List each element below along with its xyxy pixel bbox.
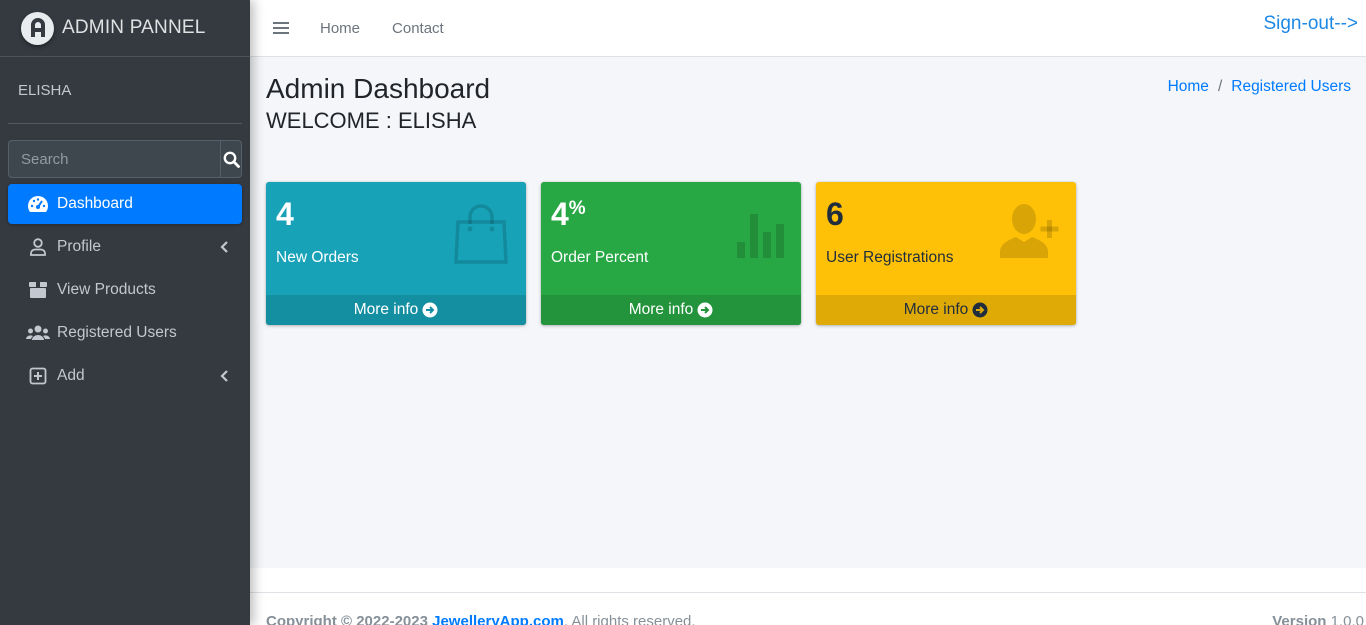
- box-icon: [26, 280, 50, 300]
- main-footer: Copyright © 2022-2023 JewelleryApp.com. …: [250, 592, 1366, 625]
- sidebar: ADMIN PANNEL ELISHA Dashboard: [0, 0, 250, 625]
- user-panel[interactable]: ELISHA: [8, 57, 242, 124]
- box-label: New Orders: [276, 249, 359, 266]
- users-icon: [26, 323, 50, 343]
- shopping-bag-icon: [450, 202, 512, 269]
- small-box-order-percent: 4% Order Percent More info: [541, 182, 801, 325]
- sidebar-item-registered-users[interactable]: Registered Users: [8, 313, 242, 353]
- sidebar-item-label: Profile: [57, 238, 101, 255]
- box-label: User Registrations: [826, 249, 954, 266]
- sidebar-item-label: Dashboard: [57, 195, 133, 212]
- box-value: 4%: [551, 196, 586, 232]
- content-wrapper: Admin Dashboard WELCOME : ELISHA Home / …: [250, 57, 1366, 568]
- nav-link-home[interactable]: Home: [320, 20, 360, 37]
- chevron-left-icon: [220, 369, 228, 387]
- small-box-user-registrations: 6 User Registrations More info: [816, 182, 1076, 325]
- search-icon: [223, 151, 240, 168]
- more-info-link[interactable]: More info: [266, 295, 526, 325]
- sidebar-item-label: View Products: [57, 281, 156, 298]
- user-icon: [26, 237, 50, 257]
- user-plus-icon: [998, 202, 1062, 265]
- sidebar-item-dashboard[interactable]: Dashboard: [8, 184, 242, 224]
- chevron-left-icon: [220, 240, 228, 258]
- box-value: 6: [826, 196, 844, 232]
- arrow-circle-right-icon: [697, 302, 713, 318]
- tachometer-icon: [26, 194, 50, 214]
- nav-link-contact[interactable]: Contact: [392, 20, 444, 37]
- sidebar-nav: Dashboard Profile View Products Register…: [8, 184, 242, 396]
- arrow-circle-right-icon: [422, 302, 438, 318]
- bar-chart-icon: [737, 202, 787, 265]
- more-info-link[interactable]: More info: [816, 295, 1076, 325]
- more-info-link[interactable]: More info: [541, 295, 801, 325]
- welcome-text: WELCOME : ELISHA: [266, 108, 477, 133]
- sidebar-item-profile[interactable]: Profile: [8, 227, 242, 267]
- copyright-text: Copyright © 2022-2023 JewelleryApp.com. …: [266, 613, 696, 625]
- page-title: Admin Dashboard: [266, 73, 491, 104]
- box-label: Order Percent: [551, 249, 649, 266]
- brand-title: ADMIN PANNEL: [62, 17, 206, 38]
- sidebar-item-view-products[interactable]: View Products: [8, 270, 242, 310]
- sidebar-item-label: Add: [57, 367, 85, 384]
- breadcrumb: Home / Registered Users: [1168, 78, 1351, 96]
- content-bottom-band: [250, 568, 1366, 592]
- breadcrumb-home[interactable]: Home: [1168, 78, 1209, 96]
- signout-link[interactable]: Sign-out-->: [1263, 13, 1358, 35]
- sidebar-search: [8, 140, 242, 178]
- box-value: 4: [276, 196, 294, 232]
- version-text: Version 1.0.0: [1272, 613, 1364, 625]
- sidebar-item-label: Registered Users: [57, 324, 177, 341]
- breadcrumb-separator: /: [1217, 78, 1223, 95]
- footer-app-link[interactable]: JewelleryApp.com: [432, 613, 564, 625]
- arrow-circle-right-icon: [972, 302, 988, 318]
- brand-link[interactable]: ADMIN PANNEL: [0, 0, 250, 57]
- brand-logo-icon: [21, 11, 54, 45]
- breadcrumb-registered-users[interactable]: Registered Users: [1231, 78, 1351, 96]
- search-button[interactable]: [220, 140, 242, 178]
- top-navbar: Home Contact Sign-out-->: [250, 0, 1366, 57]
- sidebar-item-add[interactable]: Add: [8, 356, 242, 396]
- plus-square-icon: [26, 366, 50, 386]
- search-input[interactable]: [8, 140, 220, 178]
- user-name: ELISHA: [18, 81, 72, 99]
- hamburger-menu-icon[interactable]: [273, 22, 289, 34]
- small-box-new-orders: 4 New Orders More info: [266, 182, 526, 325]
